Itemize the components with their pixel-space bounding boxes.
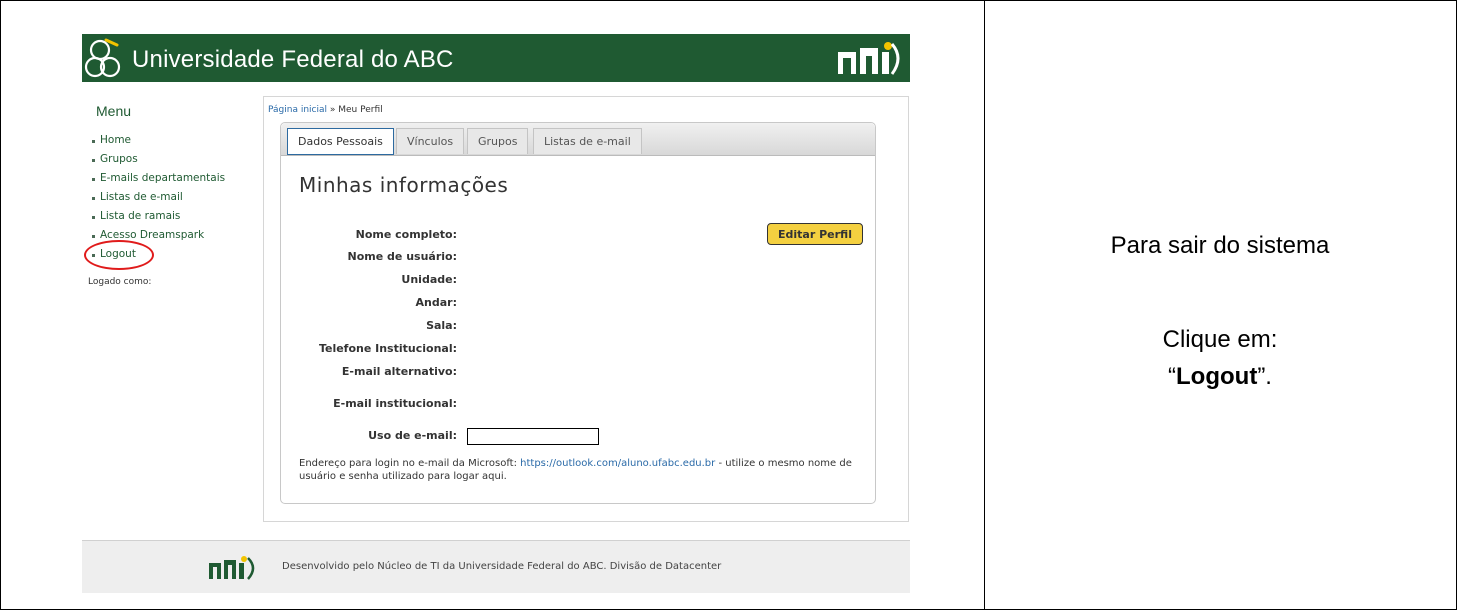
menu-item-lista-de-ramais[interactable]: Lista de ramais — [90, 207, 225, 226]
menu-item-grupos[interactable]: Grupos — [90, 150, 225, 169]
menu-item-label[interactable]: Listas de e-mail — [100, 191, 183, 203]
instruction-line-1: Para sair do sistema — [1110, 232, 1330, 259]
menu-item-label[interactable]: Home — [100, 134, 131, 146]
field-label-sala: Sala: — [426, 319, 457, 332]
tab-vinculos[interactable]: Vínculos — [396, 128, 465, 154]
breadcrumb-current: Meu Perfil — [338, 105, 383, 115]
breadcrumb-home-link[interactable]: Página inicial — [268, 105, 327, 115]
page-footer: Desenvolvido pelo Núcleo de TI da Univer… — [82, 540, 910, 593]
field-label-telefone-institucional: Telefone Institucional: — [318, 342, 457, 355]
breadcrumb-separator: » — [327, 105, 339, 115]
ufabc-rings-logo-icon — [84, 38, 121, 78]
field-label-nome-de-usuario: Nome de usuário: — [347, 250, 457, 263]
site-header: Universidade Federal do ABC — [82, 34, 910, 82]
menu-title: Menu — [96, 103, 132, 119]
logged-as-label: Logado como: — [88, 277, 152, 287]
tab-bar: Dados Pessoais Vínculos Grupos Listas de… — [281, 123, 875, 156]
field-label-andar: Andar: — [415, 296, 457, 309]
field-label-uso-de-email: Uso de e-mail: — [368, 429, 457, 442]
outlook-link[interactable]: https://outlook.com/aluno.ufabc.edu.br — [520, 458, 715, 469]
main-content: Página inicial » Meu Perfil Dados Pessoa… — [263, 96, 909, 522]
tab-dados-pessoais[interactable]: Dados Pessoais — [287, 128, 394, 155]
menu-item-label[interactable]: Lista de ramais — [100, 210, 180, 222]
instruction-logout-word: Logout — [1176, 363, 1258, 390]
nti-logo-icon — [838, 42, 900, 75]
tab-grupos[interactable]: Grupos — [467, 128, 529, 154]
edit-profile-button[interactable]: Editar Perfil — [767, 223, 863, 245]
field-label-email-alternativo: E-mail alternativo: — [341, 365, 457, 378]
instruction-line-3: “Logout”. — [985, 363, 1455, 391]
menu-item-label[interactable]: E-mails departamentais — [100, 172, 225, 184]
nti-footer-logo-icon — [209, 556, 255, 580]
field-label-email-institucional: E-mail institucional: — [333, 397, 457, 410]
profile-card: Dados Pessoais Vínculos Grupos Listas de… — [280, 122, 876, 504]
note-prefix: Endereço para login no e-mail da Microso… — [299, 458, 521, 469]
quote-close: ”. — [1257, 363, 1272, 390]
menu-item-home[interactable]: Home — [90, 131, 225, 150]
portal-screenshot: Universidade Federal do ABC Menu Home Gr… — [82, 34, 910, 593]
section-title: Minhas informações — [299, 173, 509, 197]
tab-listas-de-email[interactable]: Listas de e-mail — [533, 128, 642, 154]
logout-highlight-circle — [84, 240, 154, 270]
quote-open: “ — [1168, 363, 1177, 390]
column-divider — [984, 0, 985, 610]
email-usage-bar — [467, 428, 599, 445]
footer-text: Desenvolvido pelo Núcleo de TI da Univer… — [282, 561, 722, 572]
menu-item-listas-de-email[interactable]: Listas de e-mail — [90, 188, 225, 207]
menu-item-emails-departamentais[interactable]: E-mails departamentais — [90, 169, 225, 188]
instruction-line-2: Clique em: — [1162, 326, 1278, 353]
field-label-nome-completo: Nome completo: — [355, 228, 457, 241]
breadcrumb: Página inicial » Meu Perfil — [268, 105, 383, 115]
site-title: Universidade Federal do ABC — [132, 46, 454, 73]
field-label-unidade: Unidade: — [401, 273, 457, 286]
menu-item-label[interactable]: Grupos — [100, 153, 138, 165]
login-note: Endereço para login no e-mail da Microso… — [299, 457, 859, 483]
